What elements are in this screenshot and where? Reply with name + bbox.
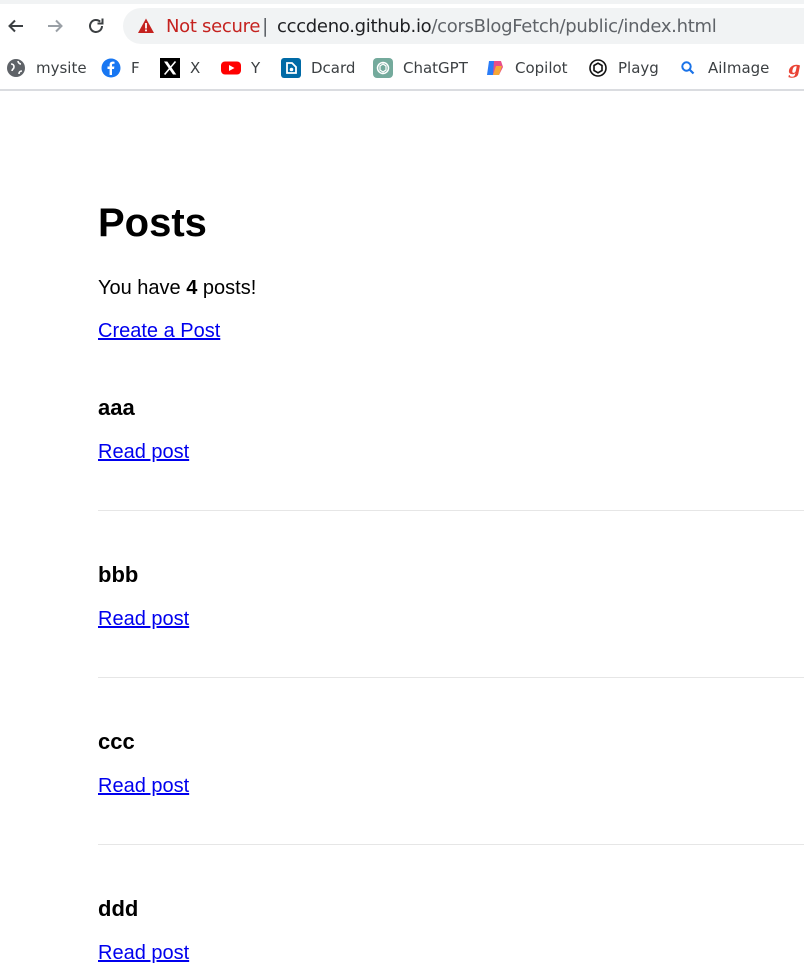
page-title: Posts xyxy=(98,201,207,245)
globe-icon xyxy=(6,58,26,78)
bookmark-label: ChatGPT xyxy=(403,59,468,77)
bookmark-label: AiImage xyxy=(708,59,770,77)
url-host: cccdeno.github.io xyxy=(277,16,432,37)
youtube-icon xyxy=(221,58,241,78)
bookmark-x[interactable]: X xyxy=(160,56,200,80)
chatgpt-icon xyxy=(373,58,393,78)
omnibox-separator: | xyxy=(262,15,269,37)
bookmarks-bar: mysite F X Y Dcard ChatGPT Copilot Playg… xyxy=(0,52,804,82)
bookmark-y[interactable]: Y xyxy=(221,56,260,80)
bookmark-f[interactable]: F xyxy=(101,56,140,80)
post-count: 4 xyxy=(186,277,198,299)
read-post-link[interactable]: Read post xyxy=(98,942,189,965)
bookmark-dcard[interactable]: Dcard xyxy=(281,56,355,80)
back-button[interactable] xyxy=(1,11,31,41)
url-path: /corsBlogFetch/public/index.html xyxy=(431,16,717,37)
read-post-link[interactable]: Read post xyxy=(98,775,189,798)
bookmark-copilot[interactable]: Copilot xyxy=(485,56,568,80)
bookmark-label: F xyxy=(131,59,140,77)
read-post-link[interactable]: Read post xyxy=(98,441,189,464)
bookmark-label: Dcard xyxy=(311,59,356,77)
browser-chrome: Not secure | cccdeno.github.io/corsBlogF… xyxy=(0,0,804,91)
warning-icon xyxy=(138,18,154,33)
post-title: bbb xyxy=(98,562,139,587)
bookmark-mysite[interactable]: mysite xyxy=(6,56,87,80)
post-divider xyxy=(98,844,804,845)
bookmark-label: Playg xyxy=(618,59,659,77)
count-prefix: You have xyxy=(98,277,187,299)
dcard-icon xyxy=(281,58,301,78)
g-logo-icon: g xyxy=(786,58,804,78)
bookmark-label: Y xyxy=(251,59,261,77)
bookmark-aiimage[interactable]: AiImage xyxy=(678,56,769,80)
post-divider xyxy=(98,677,804,678)
reload-icon xyxy=(89,18,104,33)
read-post-link[interactable]: Read post xyxy=(98,608,189,631)
bookmark-label: Copilot xyxy=(515,59,568,77)
count-suffix: posts! xyxy=(197,277,257,299)
tab-strip-edge xyxy=(0,0,804,4)
search-icon xyxy=(678,58,698,78)
create-post-link[interactable]: Create a Post xyxy=(98,320,220,343)
bookmark-label: X xyxy=(190,59,201,77)
arrow-right-icon xyxy=(48,19,63,33)
post-title: ccc xyxy=(98,729,135,754)
reload-button[interactable] xyxy=(81,11,111,41)
facebook-icon xyxy=(101,58,121,78)
arrow-left-icon xyxy=(8,19,23,33)
copilot-icon xyxy=(485,58,505,78)
post-title: aaa xyxy=(98,395,135,420)
forward-button[interactable] xyxy=(40,11,70,41)
post-title: ddd xyxy=(98,896,139,921)
toolbar-divider xyxy=(0,89,804,91)
bookmark-chatgpt[interactable]: ChatGPT xyxy=(373,56,468,80)
bookmark-label: mysite xyxy=(36,59,87,77)
bookmark-playg[interactable]: Playg xyxy=(588,56,659,80)
post-divider xyxy=(98,510,804,511)
svg-text:g: g xyxy=(788,58,801,78)
address-bar[interactable]: Not secure | cccdeno.github.io/corsBlogF… xyxy=(123,8,804,44)
security-status[interactable]: Not secure xyxy=(166,16,260,37)
x-icon xyxy=(160,58,180,78)
toolbar: Not secure | cccdeno.github.io/corsBlogF… xyxy=(0,0,804,50)
post-count-text: You have 4 posts! xyxy=(98,277,256,300)
url-text[interactable]: cccdeno.github.io/corsBlogFetch/public/i… xyxy=(277,16,717,37)
bookmark-overflow[interactable]: g xyxy=(786,56,804,80)
openai-icon xyxy=(588,58,608,78)
